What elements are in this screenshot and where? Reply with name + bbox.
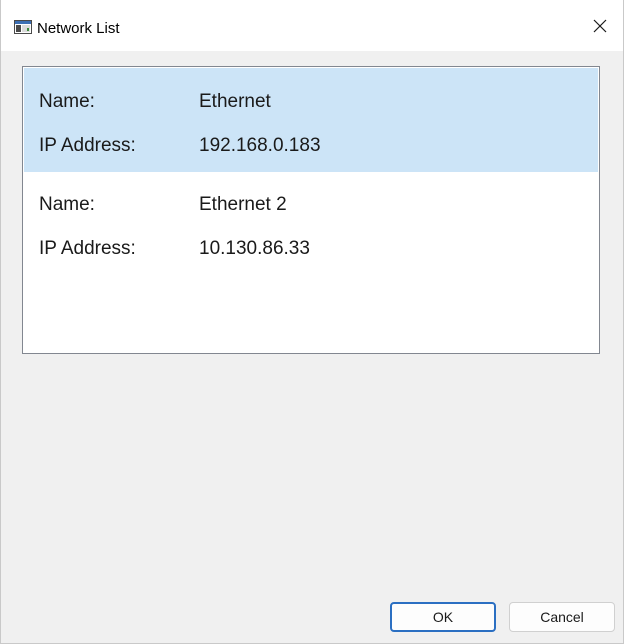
network-list[interactable]: Name: Ethernet IP Address: 192.168.0.183… xyxy=(22,66,600,354)
network-list-dialog: Network List Name: Ethernet IP Address: … xyxy=(0,0,624,644)
network-list-item-ethernet-2[interactable]: Name: Ethernet 2 IP Address: 10.130.86.3… xyxy=(24,172,598,276)
window-app-icon xyxy=(14,20,32,34)
ip-address-label: IP Address: xyxy=(39,135,136,156)
network-list-item-ethernet[interactable]: Name: Ethernet IP Address: 192.168.0.183 xyxy=(24,68,598,172)
ip-address-value: 10.130.86.33 xyxy=(199,238,310,259)
window-title: Network List xyxy=(37,20,120,37)
name-label: Name: xyxy=(39,194,95,215)
ip-address-value: 192.168.0.183 xyxy=(199,135,321,156)
cancel-button[interactable]: Cancel xyxy=(509,602,615,632)
title-bar[interactable]: Network List xyxy=(1,0,623,51)
network-name: Ethernet 2 xyxy=(199,194,287,215)
ip-address-label: IP Address: xyxy=(39,238,136,259)
network-name: Ethernet xyxy=(199,91,271,112)
close-icon xyxy=(593,19,607,33)
close-button[interactable] xyxy=(577,4,623,48)
ok-button[interactable]: OK xyxy=(390,602,496,632)
name-label: Name: xyxy=(39,91,95,112)
